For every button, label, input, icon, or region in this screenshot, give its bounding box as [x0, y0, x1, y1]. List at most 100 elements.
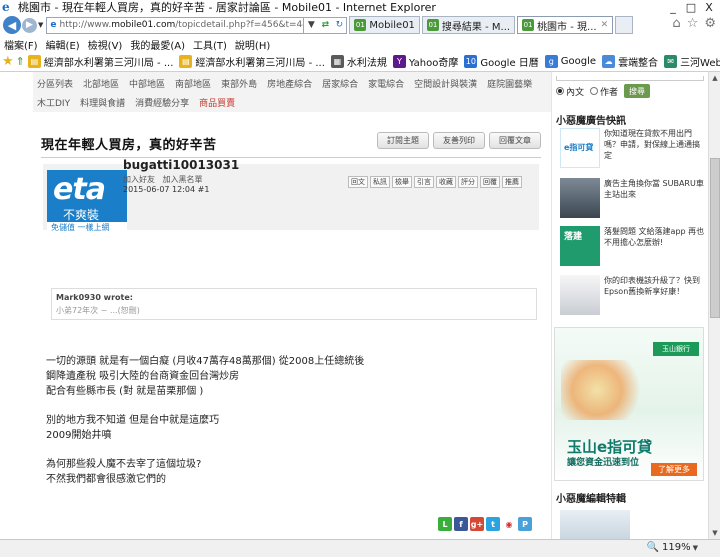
vertical-scrollbar[interactable]: ▲ ▼ [708, 72, 720, 539]
cat-link-active[interactable]: 商品買賣 [199, 96, 235, 109]
search-button[interactable]: 搜尋 [624, 84, 651, 98]
add-favorite-icon[interactable]: ⇑ [16, 55, 25, 68]
close-tab-icon[interactable]: ✕ [601, 20, 609, 30]
ad-item[interactable]: e指可貸 你知道現在貸款不用出門嗎？申請，對保線上通通搞定 [560, 128, 705, 170]
new-tab-button[interactable] [615, 16, 634, 34]
facebook-icon[interactable]: f [454, 517, 468, 531]
tab-mobile01[interactable]: 01 Mobile01 [349, 16, 420, 34]
page-viewport: 分區列表 北部地區 中部地區 南部地區 東部外島 房地產綜合 居家綜合 家電綜合… [0, 72, 708, 539]
zoom-control[interactable]: 🔍 119% ▼ [647, 542, 698, 553]
url-text[interactable]: http://www.mobile01.com/topicdetail.php?… [60, 20, 304, 30]
body-line: 鋼降遺產稅 吸引大陸的台商資金回台灣炒房 [46, 371, 240, 382]
google-icon: g [544, 55, 558, 68]
reply-button[interactable]: 回覆文章 [489, 132, 541, 149]
blacklist-link[interactable]: 加入黑名單 [163, 175, 203, 184]
action-quote-button[interactable]: 引言 [414, 176, 434, 188]
favorites-bar: ★ ⇑ ▤ 經濟部水利署第三河川局 - ... ▤ 經濟部水利署第三河川局 - ..… [0, 52, 720, 72]
cat-link[interactable]: 北部地區 [83, 77, 119, 90]
fav-item-5[interactable]: 10 Google 日曆 [464, 54, 539, 69]
forward-button[interactable]: ▶ [22, 17, 37, 33]
google-plus-icon[interactable]: g+ [470, 517, 484, 531]
avatar[interactable]: eta 不爽裝 免儲值 一樣上網 [47, 170, 127, 232]
home-icon[interactable]: ⌂ [672, 16, 680, 31]
radio-content[interactable] [556, 87, 564, 95]
favorites-star-icon[interactable]: ☆ [687, 16, 699, 31]
line-icon[interactable]: L [438, 517, 452, 531]
cat-link[interactable]: 房地產綜合 [267, 77, 312, 90]
action-save-button[interactable]: 收藏 [436, 176, 456, 188]
cat-link[interactable]: 料理與食譜 [80, 96, 125, 109]
refresh-icon[interactable]: ↻ [332, 20, 346, 30]
fav-item-4[interactable]: Y Yahoo奇摩 [392, 54, 458, 69]
ad-item[interactable]: 落建 落髮問題 文給落建app 再也不用擔心怎麼辦! [560, 226, 705, 268]
ad-thumb: e指可貸 [560, 128, 600, 168]
search-options: 內文 作者 搜尋 [556, 84, 651, 98]
twitter-icon[interactable]: t [486, 517, 500, 531]
gear-icon[interactable]: ⚙ [704, 16, 716, 31]
fav-item-3[interactable]: ▦ 水利法規 [330, 54, 387, 69]
post-header: 現在年輕人買房，真的好辛苦 訂閱主題 友善列印 回覆文章 [41, 130, 541, 156]
action-message-button[interactable]: 私訊 [370, 176, 390, 188]
cat-link[interactable]: 木工DIY [37, 96, 70, 109]
scroll-down-icon[interactable]: ▼ [709, 527, 720, 539]
minimize-button[interactable]: _ [664, 0, 682, 14]
action-recommend-button[interactable]: 推薦 [502, 176, 522, 188]
zoom-dropdown-icon[interactable]: ▼ [693, 544, 698, 552]
ad-banner[interactable]: 玉山銀行 玉山e指可貸 讓您資金迅速到位 了解更多 [554, 327, 704, 481]
cat-link[interactable]: 分區列表 [37, 77, 73, 90]
body-line: 不然我們都會很感激它們的 [46, 474, 166, 485]
cat-link[interactable]: 南部地區 [175, 77, 211, 90]
cat-link[interactable]: 家電綜合 [368, 77, 404, 90]
maximize-button[interactable]: □ [682, 0, 700, 14]
cat-link[interactable]: 東部外島 [221, 77, 257, 90]
fav-item-2[interactable]: ▤ 經濟部水利署第三河川局 - ... [179, 54, 325, 69]
page-icon: e [50, 20, 57, 30]
print-button[interactable]: 友善列印 [433, 132, 485, 149]
cat-link[interactable]: 中部地區 [129, 77, 165, 90]
tab-search-results[interactable]: 01 搜尋結果 - M... [421, 16, 516, 34]
cat-link[interactable]: 居家綜合 [322, 77, 358, 90]
menu-file[interactable]: 檔案(F) [4, 37, 38, 52]
search-dropdown-icon[interactable]: ▼ [304, 20, 318, 30]
back-button[interactable]: ◀ [3, 16, 21, 34]
username[interactable]: bugatti10013031 [123, 158, 239, 172]
menu-favorites[interactable]: 我的最愛(A) [130, 37, 185, 52]
fav-item-1[interactable]: ▤ 經濟部水利署第三河川局 - ... [27, 54, 173, 69]
editor-thumb[interactable] [560, 510, 630, 539]
fav-item-6[interactable]: g Google [544, 55, 596, 68]
menu-edit[interactable]: 編輯(E) [46, 37, 80, 52]
weibo-icon[interactable]: ◉ [502, 517, 516, 531]
ad-item[interactable]: 廣告主角換你當 SUBARU車主站出來 [560, 178, 705, 220]
cat-link[interactable]: 消費經驗分享 [135, 96, 189, 109]
ad-text: 你知道現在貸款不用出門嗎？申請，對保線上通通搞定 [604, 129, 700, 160]
category-nav: 分區列表 北部地區 中部地區 南部地區 東部外島 房地產綜合 居家綜合 家電綜合… [33, 72, 551, 112]
address-bar[interactable]: e http://www.mobile01.com/topicdetail.ph… [46, 16, 305, 34]
subscribe-button[interactable]: 訂閱主題 [377, 132, 429, 149]
menu-view[interactable]: 檢視(V) [88, 37, 123, 52]
ad-item[interactable]: 你的印表機該升級了？快到Epson舊換新享好康！ [560, 275, 705, 317]
title-bar: e 桃園市 - 現在年輕人買房，真的好辛苦 - 居家討論區 - Mobile01… [0, 0, 720, 14]
favorites-star-icon[interactable]: ★ [2, 54, 14, 69]
cat-link[interactable]: 庭院園藝樂 [487, 77, 532, 90]
history-dropdown-icon[interactable]: ▼ [38, 21, 43, 29]
action-rate-button[interactable]: 評分 [458, 176, 478, 188]
close-window-button[interactable]: X [700, 0, 718, 14]
action-reply-button[interactable]: 回文 [348, 176, 368, 188]
menu-tools[interactable]: 工具(T) [193, 37, 227, 52]
menu-help[interactable]: 說明(H) [235, 37, 270, 52]
post-body: 一切的源頭 就是有一個白癡 (月收47萬存48萬那個) 從2008上任總統後 鋼… [46, 354, 536, 487]
tab-current[interactable]: 01 桃園市 - 現... ✕ [517, 16, 614, 34]
cat-link[interactable]: 空間設計與裝潢 [414, 77, 477, 90]
scrollbar-thumb[interactable] [710, 158, 720, 318]
compat-view-icon[interactable]: ⇄ [318, 20, 332, 30]
radio-author[interactable] [590, 87, 599, 95]
plurk-icon[interactable]: P [518, 517, 532, 531]
scroll-up-icon[interactable]: ▲ [709, 72, 720, 84]
action-report-button[interactable]: 檢舉 [392, 176, 412, 188]
fav-item-8[interactable]: ✉三河WebMail [664, 54, 720, 69]
menu-bar: 檔案(F) 編輯(E) 檢視(V) 我的最愛(A) 工具(T) 說明(H) [0, 36, 720, 52]
fav-item-7[interactable]: ☁ 雲端整合 [602, 54, 658, 69]
action-respond-button[interactable]: 回覆 [480, 176, 500, 188]
add-friend-link[interactable]: 加入好友 [123, 175, 155, 184]
banner-cta-button[interactable]: 了解更多 [651, 463, 697, 476]
